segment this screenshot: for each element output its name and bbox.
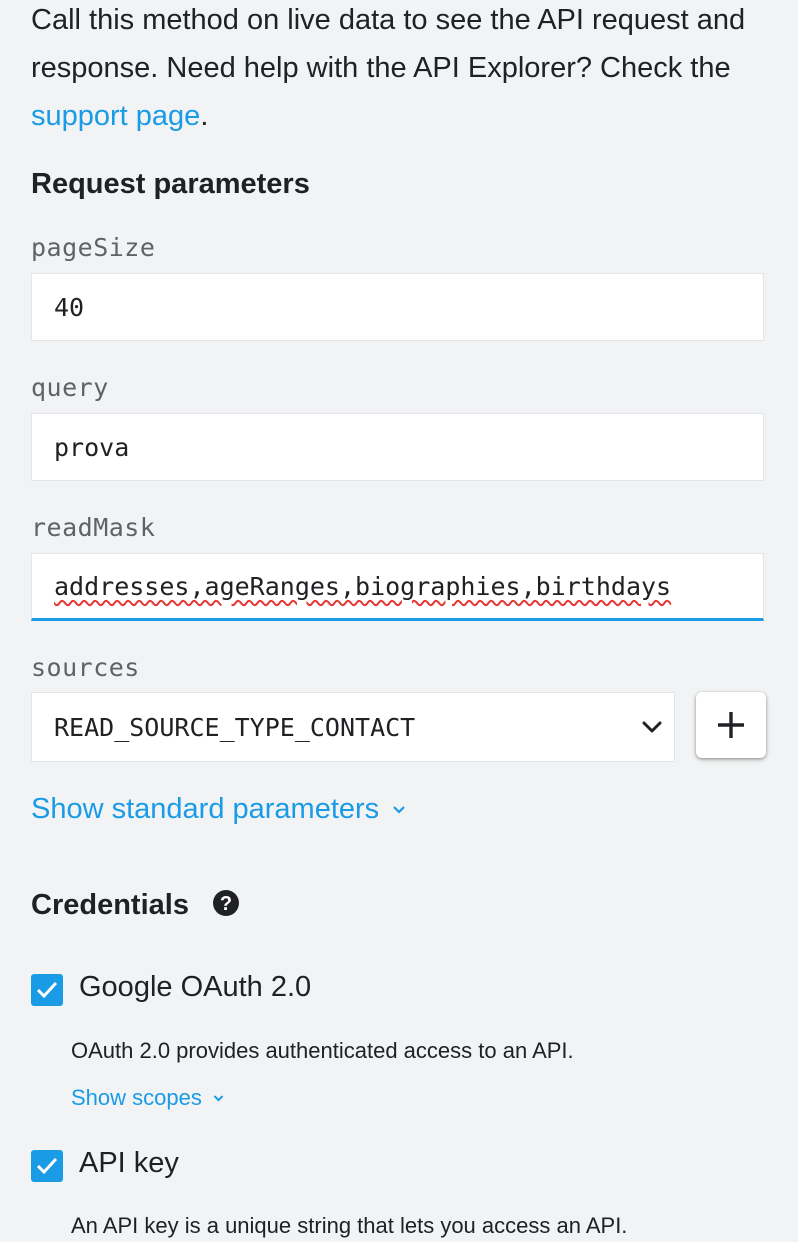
show-scopes-link[interactable]: Show scopes [71, 1085, 225, 1111]
add-source-button[interactable] [696, 692, 766, 758]
chevron-down-icon [393, 805, 405, 814]
plus-icon [718, 712, 744, 738]
api-key-checkbox[interactable] [31, 1150, 63, 1182]
api-key-description: An API key is a unique string that lets … [71, 1213, 628, 1238]
query-label: query [31, 373, 109, 402]
pagesize-value: 40 [54, 292, 85, 322]
oauth-label[interactable]: Google OAuth 2.0 [79, 971, 311, 1004]
readmask-value: addresses,ageRanges,biographies,birthday… [54, 571, 672, 601]
show-standard-parameters-label: Show standard parameters [31, 793, 380, 825]
checkmark-icon [36, 1157, 58, 1175]
credentials-title: Credentials [31, 889, 189, 921]
sources-select[interactable]: READ_SOURCE_TYPE_CONTACT [31, 692, 675, 762]
intro-text-body: Call this method on live data to see the… [31, 4, 746, 84]
svg-text:?: ? [220, 893, 232, 915]
sources-selected-value: READ_SOURCE_TYPE_CONTACT [54, 712, 416, 742]
intro-text: Call this method on live data to see the… [31, 0, 771, 140]
help-circle-icon[interactable]: ? [211, 888, 241, 918]
chevron-down-icon [213, 1094, 224, 1102]
support-page-link[interactable]: support page [31, 100, 200, 132]
pagesize-input[interactable]: 40 [31, 273, 764, 341]
api-key-label[interactable]: API key [79, 1147, 179, 1180]
readmask-input[interactable]: addresses,ageRanges,biographies,birthday… [31, 553, 764, 621]
request-parameters-title: Request parameters [31, 168, 310, 200]
pagesize-label: pageSize [31, 233, 156, 262]
oauth-checkbox[interactable] [31, 974, 63, 1006]
sources-label: sources [31, 653, 140, 682]
oauth-description: OAuth 2.0 provides authenticated access … [71, 1038, 574, 1063]
readmask-label: readMask [31, 513, 156, 542]
show-standard-parameters-link[interactable]: Show standard parameters [31, 793, 407, 826]
chevron-down-icon [642, 721, 662, 733]
query-value: prova [54, 432, 130, 462]
checkmark-icon [36, 981, 58, 999]
show-scopes-label: Show scopes [71, 1085, 202, 1110]
query-input[interactable]: prova [31, 413, 764, 481]
intro-text-end: . [200, 100, 209, 132]
